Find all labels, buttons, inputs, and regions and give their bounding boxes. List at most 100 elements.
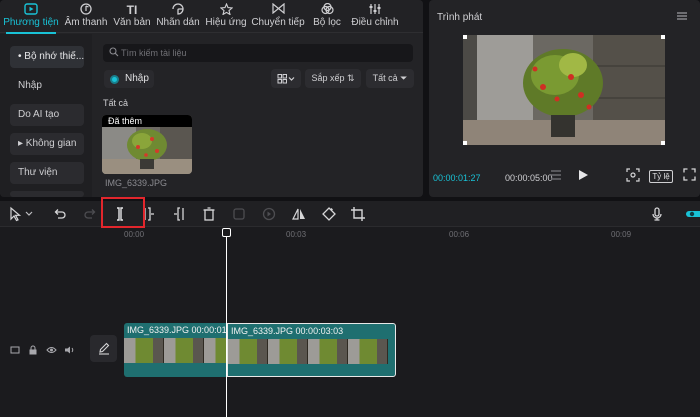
expand-icon[interactable]: [683, 168, 696, 186]
clip-frame: [268, 339, 308, 364]
split-highlight-annotation: [101, 197, 145, 228]
timeline-panel: 00:00 00:03 00:06 00:09 IMG_6339.JPG 00:…: [0, 201, 700, 417]
clip-duration: 00:00:03:03: [295, 326, 344, 336]
track-header: [0, 228, 117, 417]
freeze-icon[interactable]: [231, 206, 247, 222]
crop-handle[interactable]: [661, 35, 665, 39]
crop-handle[interactable]: [463, 35, 467, 39]
clip-frame: [124, 338, 164, 363]
audio-icon: [62, 3, 110, 17]
mirror-icon[interactable]: [291, 206, 307, 222]
ruler-label: 00:09: [611, 230, 632, 239]
tab-adjust[interactable]: Điều chỉnh: [348, 3, 402, 31]
reverse-icon[interactable]: [261, 206, 277, 222]
clip-frame: [204, 338, 226, 363]
tab-filter[interactable]: Bộ lọc: [310, 2, 344, 31]
video-preview[interactable]: [463, 35, 665, 145]
search-box: [103, 44, 413, 62]
clip-filmstrip: [228, 339, 395, 364]
clip-name: IMG_6339.JPG: [231, 326, 294, 336]
text-icon: TI: [126, 3, 138, 17]
chevron-down-icon[interactable]: [24, 206, 34, 222]
media-icon: [2, 3, 60, 17]
tab-bar: Phương tiện Âm thanh TI Văn bản Nhãn dán…: [0, 0, 423, 34]
time-ruler[interactable]: 00:00 00:03 00:06 00:09: [86, 228, 700, 241]
search-icon: [109, 47, 119, 57]
sidebar-item-device-storage[interactable]: • Bộ nhớ thiế...: [10, 46, 84, 68]
sidebar-item-import[interactable]: Nhập: [10, 75, 84, 97]
clip-frame: [308, 339, 348, 364]
clip-name: IMG_6339.JPG: [127, 325, 190, 335]
edit-track-button[interactable]: [90, 335, 117, 362]
cover-icon[interactable]: [10, 345, 20, 358]
grid-view-icon: [277, 73, 295, 84]
microphone-icon[interactable]: [649, 206, 665, 222]
playhead-handle[interactable]: [222, 228, 231, 237]
redo-icon[interactable]: [82, 206, 98, 222]
sort-icon: ⇅: [347, 73, 355, 83]
sidebar-item-more[interactable]: [10, 191, 84, 197]
current-time: 00:00:01:27: [433, 173, 481, 183]
speaker-icon[interactable]: [64, 345, 75, 358]
clip-frame: [348, 339, 388, 364]
total-time: 00:00:05:00: [505, 173, 553, 183]
player-title: Trình phát: [437, 12, 483, 23]
tab-sticker[interactable]: Nhãn dán: [156, 3, 200, 31]
sidebar-item-space[interactable]: ▸ Không gian: [10, 133, 84, 155]
view-mode-button[interactable]: [271, 69, 301, 88]
import-button[interactable]: Nhập: [104, 70, 154, 88]
sidebar-item-library[interactable]: Thư viện: [10, 162, 84, 184]
transition-icon: [250, 2, 306, 17]
clip-duration: 00:00:01: [191, 325, 226, 335]
lock-icon[interactable]: [28, 345, 38, 358]
filter-icon: [310, 2, 344, 17]
toggle-switch[interactable]: [686, 206, 700, 222]
aspect-ratio-button[interactable]: Tỷ lệ: [649, 170, 673, 183]
tab-text[interactable]: TI Văn bản: [111, 3, 153, 31]
eye-icon[interactable]: [46, 345, 57, 358]
rotate-icon[interactable]: [321, 206, 337, 222]
playhead[interactable]: [226, 237, 227, 417]
crop-icon[interactable]: [350, 206, 366, 222]
sticker-icon: [156, 3, 200, 17]
play-icon[interactable]: [576, 168, 590, 186]
effects-icon: [203, 2, 249, 17]
adjust-icon: [348, 3, 402, 17]
tab-effects[interactable]: Hiệu ứng: [203, 2, 249, 31]
delete-right-icon[interactable]: [171, 206, 187, 222]
search-input[interactable]: [121, 44, 401, 62]
media-thumbnail[interactable]: Đã thêm: [102, 115, 192, 174]
preview-image: [463, 35, 665, 145]
media-panel: Phương tiện Âm thanh TI Văn bản Nhãn dán…: [0, 0, 423, 197]
timecode-toggle-icon[interactable]: [549, 168, 563, 186]
timeline-clip[interactable]: IMG_6339.JPG 00:00:01: [124, 323, 226, 377]
clip-filmstrip: [124, 338, 226, 363]
added-badge: Đã thêm: [102, 115, 192, 127]
tab-media[interactable]: Phương tiện: [2, 3, 60, 34]
clip-frame: [228, 339, 268, 364]
crop-handle[interactable]: [661, 141, 665, 145]
crop-handle[interactable]: [463, 141, 467, 145]
import-radio-icon: [110, 75, 119, 84]
ruler-label: 00:00: [124, 230, 145, 239]
media-sidebar: • Bộ nhớ thiế... Nhập Do AI tạo ▸ Không …: [0, 34, 92, 197]
menu-icon[interactable]: [676, 10, 688, 22]
all-media-heading: Tất cả: [103, 98, 129, 108]
media-filename: IMG_6339.JPG: [105, 178, 168, 188]
player-panel: Trình phát 00:00:01:27 00:00:05:00 Tỷ lệ: [429, 0, 700, 197]
select-cursor-icon[interactable]: [8, 206, 24, 222]
delete-icon[interactable]: [201, 206, 217, 222]
filter-all-button[interactable]: Tất cả ⏷: [366, 69, 414, 88]
sort-button[interactable]: Sắp xếp ⇅: [305, 69, 361, 88]
timeline-clip-selected[interactable]: IMG_6339.JPG 00:00:03:03: [227, 323, 396, 377]
tab-transition[interactable]: Chuyển tiếp: [250, 2, 306, 31]
clip-frame: [164, 338, 204, 363]
funnel-icon: ⏷: [400, 73, 408, 83]
undo-icon[interactable]: [52, 206, 68, 222]
sidebar-item-ai-generated[interactable]: Do AI tạo: [10, 104, 84, 126]
fullscreen-frame-icon[interactable]: [626, 168, 640, 186]
pencil-icon: [97, 341, 111, 358]
ruler-label: 00:06: [449, 230, 470, 239]
ruler-label: 00:03: [286, 230, 307, 239]
tab-audio[interactable]: Âm thanh: [62, 3, 110, 31]
